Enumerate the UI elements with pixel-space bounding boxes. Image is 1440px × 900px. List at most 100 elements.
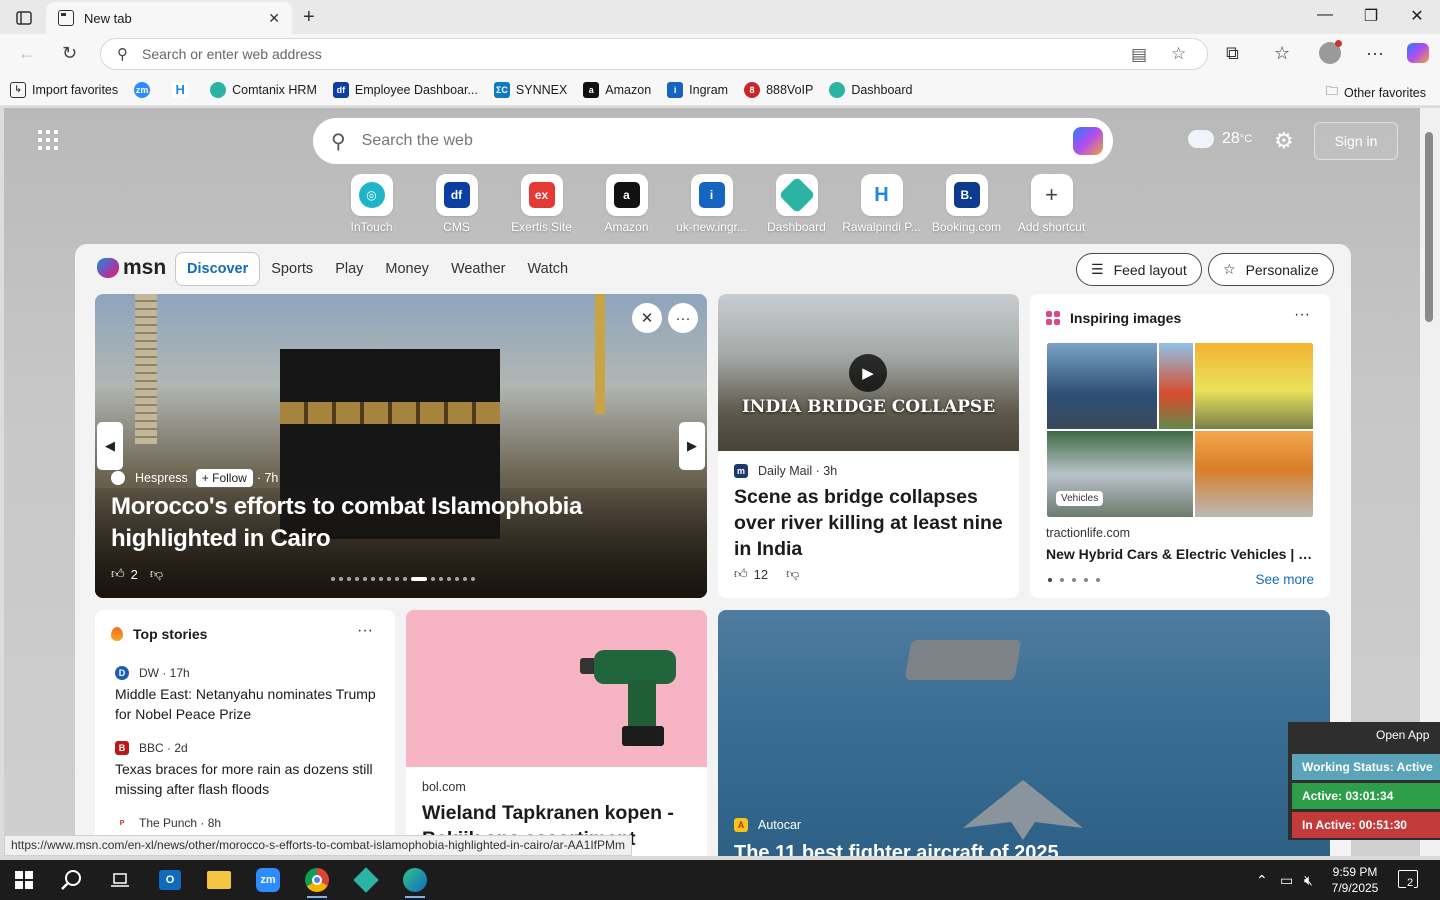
favorite-comtanix[interactable]: Comtanix HRM [210,81,317,98]
immersive-reader-icon[interactable]: ▤ [1131,45,1147,65]
msn-logo[interactable]: msn [97,256,166,280]
favorite-star-icon[interactable]: ☆ [1171,44,1186,64]
more-options-icon[interactable]: ··· [668,303,698,333]
bridge-video-thumbnail[interactable]: ▶ INDIA BRIDGE COLLAPSE [718,294,1019,451]
notification-count: 2 [1406,877,1415,889]
shortcut-dashboard[interactable]: Dashboard [754,174,839,234]
new-tab-button[interactable]: + [303,6,315,29]
thumbs-up-icon[interactable]: 👍︎ [111,566,125,582]
like-count: 12 [753,566,769,582]
favorite-synnex[interactable]: ΣC SYNNEX [493,81,567,98]
card-header: Inspiring images [1046,310,1181,326]
hide-story-close-icon[interactable]: ✕ [632,303,662,333]
play-icon[interactable]: ▶ [849,354,887,392]
sign-in-button[interactable]: Sign in [1314,122,1398,160]
list-item[interactable]: B BBC · 2d Texas braces for more rain as … [115,741,377,799]
story-title[interactable]: Middle East: Netanyahu nominates Trump f… [115,684,377,724]
shortcut-intouch[interactable]: ◎ InTouch [329,174,414,234]
favorite-employee-dashboard[interactable]: df Employee Dashboar... [332,81,478,98]
favorite-ingram[interactable]: i Ingram [667,81,728,98]
restore-button[interactable]: ❐ [1348,6,1394,26]
close-window-button[interactable]: ✕ [1394,6,1440,26]
booking-icon: B. [953,182,980,208]
story-title[interactable]: Scene as bridge collapses over river kil… [734,484,1009,562]
more-options-icon[interactable]: ··· [1366,43,1384,64]
see-more-link[interactable]: See more [1255,572,1314,587]
hero-card[interactable]: ✕ ··· ◀ ▶ Hespress + Follow · 7h Morocco… [95,294,707,598]
more-options-icon[interactable]: ··· [1294,306,1310,324]
tab-watch[interactable]: Watch [516,253,579,285]
thumbs-down-icon[interactable]: 👎︎ [150,566,163,582]
favorite-import[interactable]: ↳ Import favorites [10,81,118,98]
carousel-next-icon[interactable]: ▶ [679,422,705,470]
system-clock[interactable]: 9:59 PM 7/9/2025 [1330,864,1380,896]
tab-play[interactable]: Play [324,253,374,285]
story-source: m Daily Mail · 3h [734,464,837,478]
dashboard-app-icon[interactable] [348,866,384,894]
add-shortcut-button[interactable]: + Add shortcut [1009,174,1094,234]
minimize-button[interactable]: — [1302,6,1348,24]
thumbs-down-icon[interactable]: 👎︎ [786,566,799,582]
weather-widget[interactable]: 28 °C [1188,124,1252,148]
back-arrow-icon[interactable]: ← [18,43,36,64]
favorites-icon[interactable]: ☆ [1274,43,1290,64]
show-hidden-icons-chevron-icon[interactable]: ⌃ [1256,872,1268,889]
list-item[interactable]: P The Punch · 8h [115,816,377,830]
web-search-box[interactable]: ⚲ Search the web [313,118,1113,164]
carousel-prev-icon[interactable]: ◀ [97,422,123,470]
volume-muted-icon[interactable]: 🔇︎ [1304,872,1313,889]
other-favorites[interactable]: 🗀 Other favorites [1326,82,1427,103]
tab-new-tab[interactable]: New tab ✕ [46,2,292,34]
story-title[interactable]: Texas braces for more rain as dozens sti… [115,759,377,799]
favorite-h-logo[interactable]: H [172,81,194,98]
copilot-icon[interactable] [1407,43,1429,63]
more-options-icon[interactable]: ··· [357,622,373,640]
shortcut-label: Rawalpindi P... [842,220,921,234]
sponsored-drill-card[interactable]: bol.com Wieland Tapkranen kopen - Bekijk… [406,610,707,856]
chrome-icon[interactable] [299,866,335,898]
shortcut-ingram[interactable]: i uk-new.ingr... [669,174,754,234]
settings-gear-icon[interactable]: ⚙ [1274,128,1294,154]
outlook-icon[interactable]: O [152,866,188,894]
zoom-icon[interactable]: zm [250,866,286,894]
shortcut-amazon[interactable]: a Amazon [584,174,669,234]
file-explorer-icon[interactable] [201,866,237,894]
copilot-icon[interactable] [1073,127,1103,155]
app-launcher-icon[interactable] [38,130,58,150]
thumbs-up-icon[interactable]: 👍︎ [734,566,748,582]
shortcut-cms[interactable]: df CMS [414,174,499,234]
refresh-icon[interactable]: ↻ [62,43,77,64]
tab-actions-icon[interactable] [10,8,38,28]
bridge-story-card[interactable]: ▶ INDIA BRIDGE COLLAPSE m Daily Mail · 3… [718,294,1019,598]
shortcut-exertis[interactable]: ex Exertis Site [499,174,584,234]
tab-weather[interactable]: Weather [440,253,517,285]
hero-title[interactable]: Morocco's efforts to combat Islamophobia… [111,491,671,555]
favorite-dashboard[interactable]: Dashboard [829,81,912,98]
search-icon[interactable] [54,866,90,894]
task-view-icon[interactable] [102,866,138,894]
extensions-icon[interactable]: ⧉ [1226,43,1239,64]
shortcut-rawalpindi[interactable]: H Rawalpindi P... [839,174,924,234]
favorite-888voip[interactable]: 8 888VoIP [744,81,813,98]
address-bar[interactable]: ⚲ Search or enter web address ▤ ☆ [100,38,1208,70]
edge-icon[interactable] [397,866,433,898]
scrollbar-thumb[interactable] [1425,132,1433,322]
shortcut-booking[interactable]: B. Booking.com [924,174,1009,234]
follow-button[interactable]: + Follow [195,469,253,487]
fighter-aircraft-card[interactable]: A Autocar The 11 best fighter aircraft o… [718,610,1330,856]
tab-sports[interactable]: Sports [260,253,324,285]
favorite-amazon[interactable]: a Amazon [583,81,651,98]
story-title[interactable]: The 11 best fighter aircraft of 2025 [734,842,1059,856]
tab-discover[interactable]: Discover [175,252,261,286]
list-item[interactable]: D DW · 17h Middle East: Netanyahu nominat… [115,666,377,724]
windows-start-icon[interactable] [6,866,42,894]
inspiring-images-card[interactable]: Inspiring images ··· Vehicles tractionli… [1030,294,1330,598]
favorite-zoom[interactable]: zm [134,81,156,98]
personalize-button[interactable]: ☆ Personalize [1208,253,1334,286]
card-title[interactable]: New Hybrid Cars & Electric Vehicles | Bu… [1046,546,1314,562]
tab-money[interactable]: Money [374,253,440,285]
feed-layout-button[interactable]: ☰ Feed layout [1076,253,1202,286]
network-icon[interactable]: ▭ [1280,872,1293,889]
open-app-button[interactable]: Open App [1376,728,1429,742]
close-tab-icon[interactable]: ✕ [268,10,280,27]
